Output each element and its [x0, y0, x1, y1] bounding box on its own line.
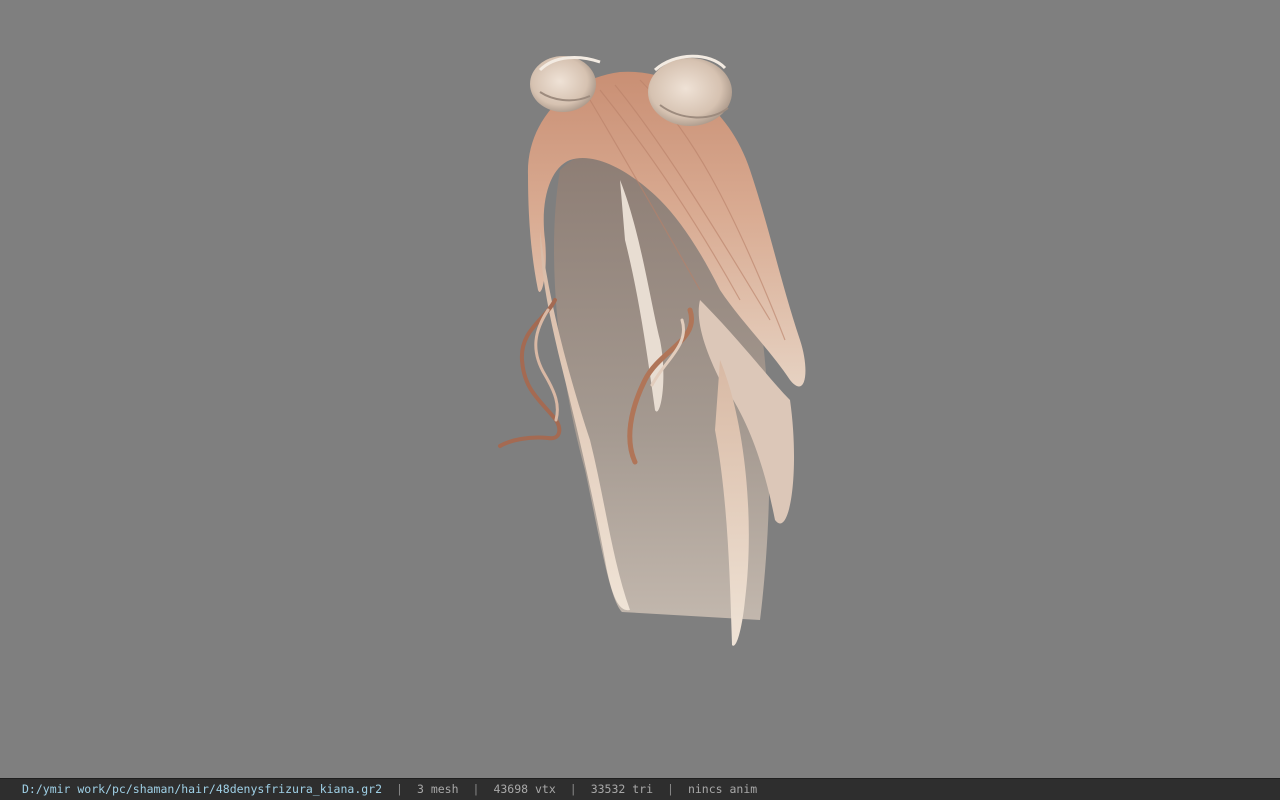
status-bar: D:/ymir work/pc/shaman/hair/48denysfrizu… [0, 778, 1280, 800]
status-file-path: D:/ymir work/pc/shaman/hair/48denysfrizu… [22, 782, 383, 796]
status-separator: | [569, 782, 577, 796]
status-vertex-count: 43698 vtx [493, 782, 556, 796]
status-separator: | [472, 782, 480, 796]
status-mesh-count: 3 mesh [416, 782, 459, 796]
status-anim: nincs anim [687, 782, 758, 796]
status-triangle-count: 33532 tri [590, 782, 654, 796]
status-separator: | [667, 782, 674, 796]
3d-viewport[interactable] [0, 0, 1280, 778]
hair-model [498, 54, 806, 646]
hair-bun-right [648, 54, 732, 126]
status-separator: | [396, 782, 403, 796]
